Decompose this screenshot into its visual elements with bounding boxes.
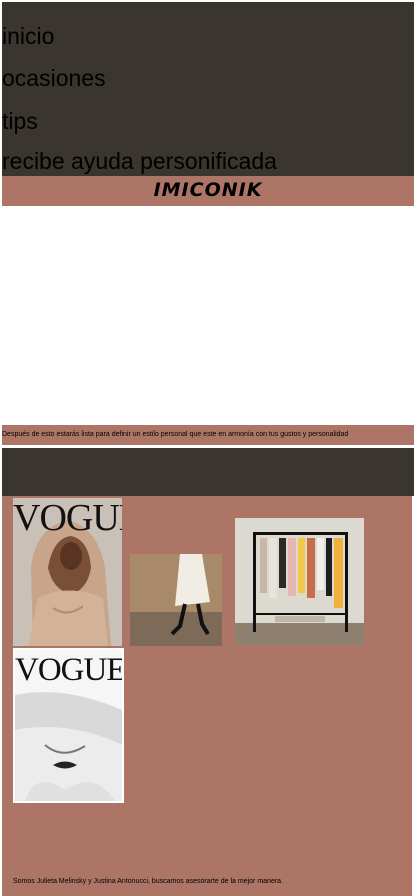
fashion-walk-image <box>130 554 222 646</box>
fashion-walk-illustration <box>130 554 222 646</box>
brand-logo[interactable]: IMICONIK <box>2 179 414 201</box>
vogue-cover-image-2: VOGUE <box>13 648 124 803</box>
vogue-cover-2-title: VOGUE <box>15 652 124 688</box>
vogue-cover-1-title: VOGUE <box>13 498 122 539</box>
dark-band <box>2 448 414 496</box>
top-nav: inicio ocasiones tips recibe ayuda perso… <box>2 2 414 176</box>
nav-item-recibe-ayuda[interactable]: recibe ayuda personificada <box>2 148 277 174</box>
footer-text: Somos Julieta Melinsky y Justina Antonuc… <box>13 878 284 885</box>
nav-item-ocasiones[interactable]: ocasiones <box>2 65 106 91</box>
info-text: Después de esto estarás lista para defin… <box>2 431 349 438</box>
clothing-rack-image <box>235 518 364 645</box>
info-strip: Después de esto estarás lista para defin… <box>2 425 414 445</box>
vogue-cover-image-1: VOGUE <box>13 498 122 646</box>
nav-item-tips[interactable]: tips <box>2 108 38 134</box>
brand-bar: IMICONIK <box>2 176 414 206</box>
clothing-rack-illustration <box>235 518 364 645</box>
nav-item-inicio[interactable]: inicio <box>2 23 54 49</box>
